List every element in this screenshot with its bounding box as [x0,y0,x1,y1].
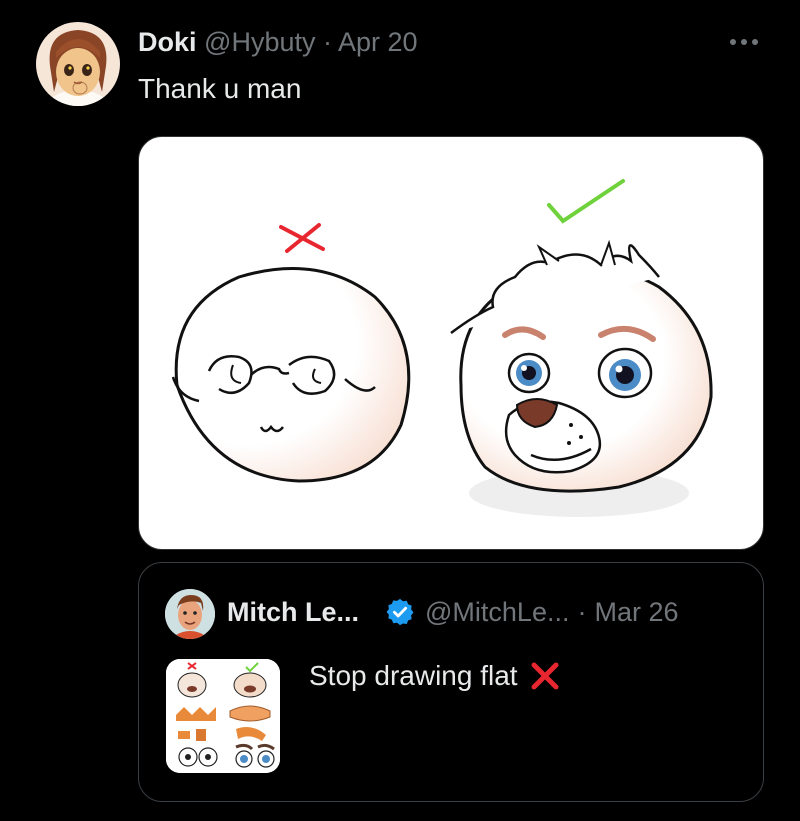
quoted-tweet-text: Stop drawing flat [309,660,518,691]
quoted-author-handle[interactable]: @MitchLe... [425,595,569,629]
quoted-author-display-name[interactable]: Mitch Le... [227,595,359,629]
author-handle[interactable]: @Hybuty [204,27,315,57]
green-check-mark-icon [547,179,625,224]
quoted-tweet-header: Mitch Le... @MitchLe... · Mar 26 [227,595,679,629]
shaded-dog-head-drawing [450,239,713,517]
quoted-header-separator: · [577,597,587,627]
verified-badge-icon [386,598,414,626]
red-cross-mark-icon [279,223,325,253]
quoted-tweet-date[interactable]: Mar 26 [594,595,678,629]
tweet-date[interactable]: Apr 20 [338,27,418,57]
header-separator: · [323,27,332,57]
tweet-media-image[interactable] [138,136,764,550]
author-display-name[interactable]: Doki [138,27,197,57]
quoted-tweet-text-row: Stop drawing flat [309,659,560,693]
quoted-tweet-card[interactable]: Mitch Le... @MitchLe... · Mar 26 Stop dr… [138,562,764,802]
tweet-header: Doki @Hybuty · Apr 20 [138,26,418,58]
cross-mark-icon [531,662,559,690]
quoted-tweet-thumbnail[interactable] [166,659,280,773]
quoted-author-avatar[interactable] [165,589,215,639]
tweet-text: Thank u man [138,73,302,104]
more-horizontal-icon[interactable] [724,28,764,56]
flat-head-drawing [171,267,411,483]
author-avatar[interactable] [36,22,120,106]
